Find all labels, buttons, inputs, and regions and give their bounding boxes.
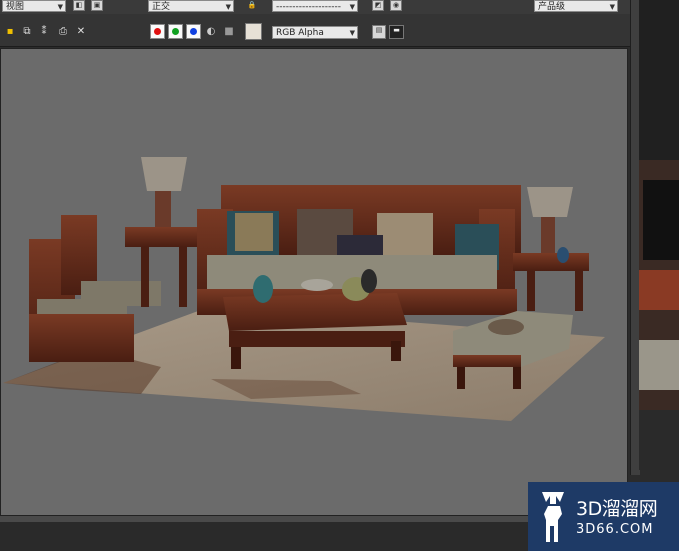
view-dropdown-value: 视图 — [6, 2, 25, 12]
projection-dropdown[interactable]: 正交 ▼ — [148, 0, 234, 12]
top-toolbar: 视图 ▼ ◧ ▣ 正交 ▼ 🔒 -------------------- ▼ ◩… — [0, 0, 679, 14]
layer-dropdown-value: -------------------- — [276, 2, 341, 12]
blue-channel-button[interactable] — [186, 24, 201, 39]
watermark-subtitle: 3D66.COM — [576, 522, 654, 537]
display-icon[interactable]: ▤ — [372, 25, 386, 39]
alpha-icon[interactable]: ◐ — [204, 25, 218, 39]
print-icon[interactable]: ⎙ — [56, 25, 70, 39]
rendered-scene-image — [3, 157, 605, 421]
background-window-preview — [639, 0, 679, 470]
view-dropdown[interactable]: 视图 ▼ — [2, 0, 66, 12]
mono-icon[interactable]: ■ — [222, 25, 236, 39]
chevron-down-icon: ▼ — [57, 3, 63, 11]
green-dot-icon — [172, 28, 179, 35]
layer-dropdown[interactable]: -------------------- ▼ — [272, 0, 358, 12]
blue-dot-icon — [190, 28, 197, 35]
green-channel-button[interactable] — [168, 24, 183, 39]
background-render-image — [639, 0, 679, 470]
fullscreen-icon[interactable]: ▬ — [389, 25, 404, 39]
channel-dropdown[interactable]: RGB Alpha ▼ — [272, 26, 358, 39]
render-level-value: 产品级 — [538, 2, 566, 12]
channel-dropdown-value: RGB Alpha — [276, 28, 324, 38]
chevron-down-icon: ▼ — [225, 3, 231, 11]
horizontal-scrollbar[interactable] — [0, 516, 620, 522]
viewport-lock-button[interactable]: ◧ — [73, 0, 85, 11]
render-setup-button[interactable]: ◩ — [372, 0, 384, 11]
projection-dropdown-value: 正交 — [152, 2, 171, 12]
render-viewport[interactable] — [0, 48, 628, 516]
lock-icon[interactable]: 🔒 — [246, 0, 258, 11]
red-channel-button[interactable] — [150, 24, 165, 39]
frame-window-toolbar: ▪ ⧉ ⁑ ⎙ ✕ ◐ ■ RGB Alpha ▼ ▤ ▬ — [0, 14, 634, 47]
clear-icon[interactable]: ✕ — [74, 25, 88, 39]
save-icon[interactable]: ▪ — [3, 25, 17, 39]
copy-icon[interactable]: ⧉ — [20, 25, 34, 39]
deer-icon — [542, 492, 564, 542]
watermark-logo: 3D溜溜网 3D66.COM — [528, 482, 679, 551]
viewport-settings-button[interactable]: ▣ — [91, 0, 103, 11]
render-level-dropdown[interactable]: 产品级 ▼ — [534, 0, 618, 12]
watermark-title: 3D溜溜网 — [576, 498, 658, 520]
background-color-swatch[interactable] — [245, 23, 262, 40]
clone-icon[interactable]: ⁑ — [37, 25, 51, 39]
chevron-down-icon: ▼ — [349, 3, 355, 11]
red-dot-icon — [154, 28, 161, 35]
render-frame-button[interactable]: ◉ — [390, 0, 402, 11]
chevron-down-icon: ▼ — [609, 3, 615, 11]
chevron-down-icon: ▼ — [349, 29, 355, 37]
